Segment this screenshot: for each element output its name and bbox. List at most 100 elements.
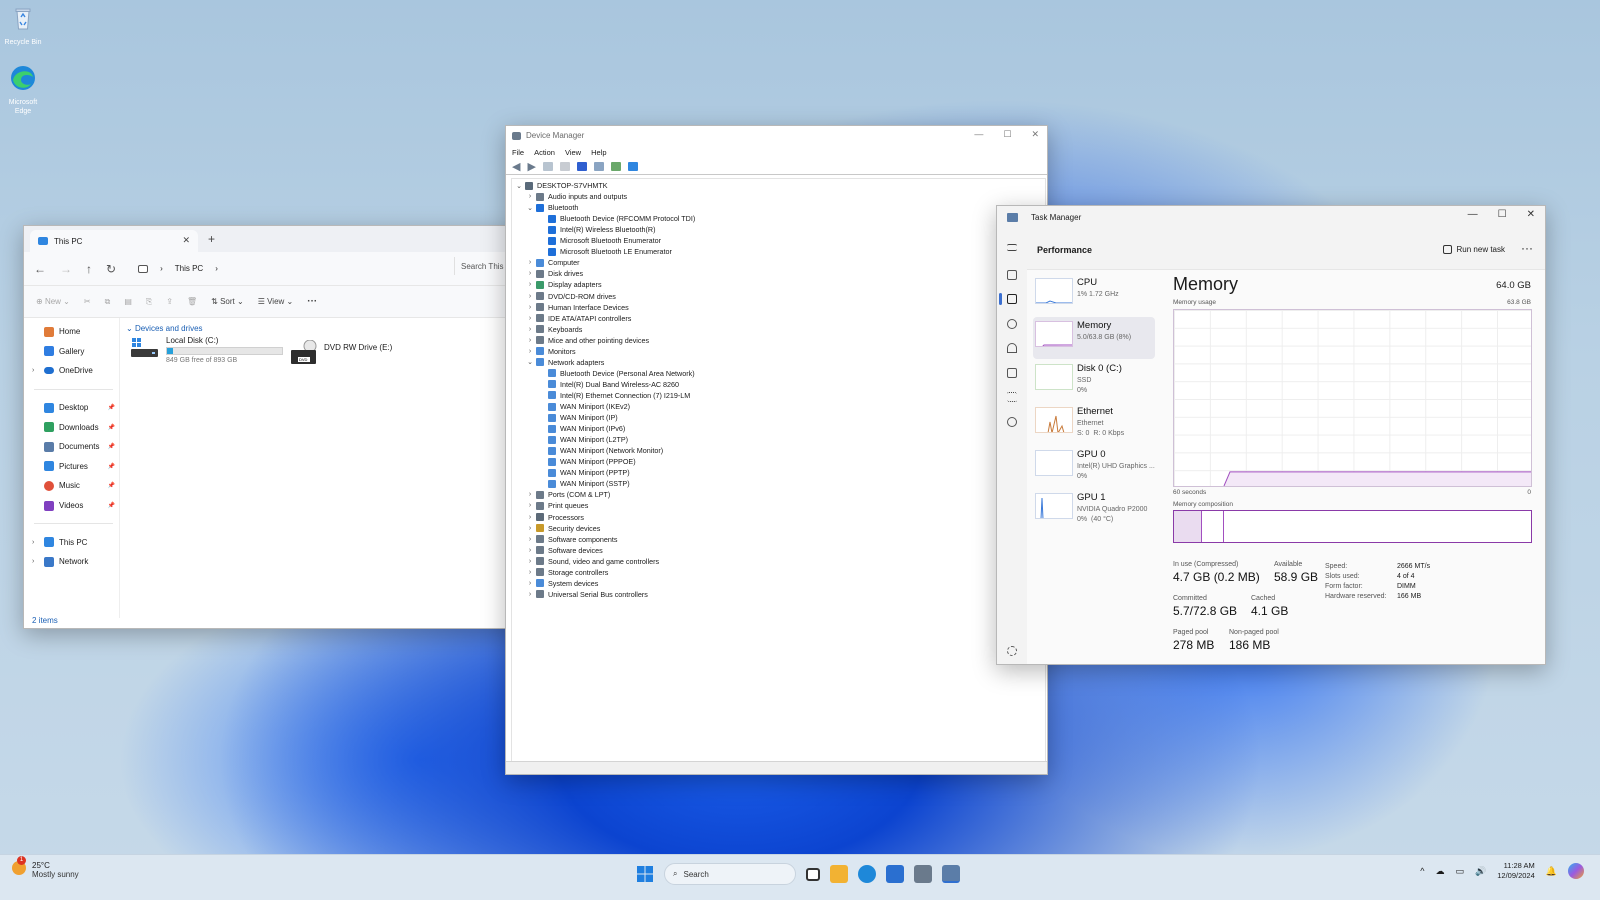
copy-icon[interactable]: ⧉ [105,297,111,307]
group-header[interactable]: ⌄ Devices and drives [126,324,520,333]
refresh-icon[interactable]: ↻ [106,262,116,276]
task-manager-icon[interactable] [942,865,960,883]
resource-cpu[interactable]: CPU 1% 1.72 GHz [1033,274,1155,316]
resource-gpu0[interactable]: GPU 0 Intel(R) UHD Graphics ... 0% [1033,446,1155,488]
menu-file[interactable]: File [512,148,524,157]
delete-icon[interactable]: 🗑 [187,297,197,306]
details-icon[interactable] [1007,392,1017,402]
chevron-right-icon[interactable]: › [526,326,534,333]
device-manager-icon[interactable] [914,865,932,883]
menu-view[interactable]: View [565,148,581,157]
notification-bell-icon[interactable]: 🔔 [1546,866,1557,877]
menu-help[interactable]: Help [591,148,606,157]
chevron-right-icon[interactable]: › [526,502,534,509]
edge-icon[interactable] [858,865,876,883]
tree-category[interactable]: › Audio inputs and outputs [526,191,627,202]
maximize-icon[interactable]: ☐ [1498,209,1507,220]
tree-root[interactable]: ⌄ DESKTOP-S7VHMTK [515,180,608,191]
help-icon[interactable] [576,162,587,171]
tree-category[interactable]: › DVD/CD-ROM drives [526,291,616,302]
nav-item-videos[interactable]: Videos 📌 [24,496,119,516]
more-options-icon[interactable]: ··· [1521,241,1533,255]
nav-item-network[interactable]: › Network [24,552,119,572]
chevron-right-icon[interactable]: › [526,558,534,565]
app-history-icon[interactable] [1007,319,1017,329]
onedrive-icon[interactable]: ☁ [1436,866,1445,877]
chevron-down-icon[interactable]: ⌄ [526,358,534,366]
processes-icon[interactable] [1007,270,1017,280]
network-icon[interactable]: ▭ [1456,866,1465,877]
chevron-down-icon[interactable]: ⌄ [515,182,523,190]
monitor-icon[interactable] [627,162,638,171]
tree-device[interactable]: Intel(R) Dual Band Wireless-AC 8260 [538,379,679,390]
tree-category[interactable]: › Mice and other pointing devices [526,335,649,346]
tree-device[interactable]: Bluetooth Device (RFCOMM Protocol TDI) [538,213,695,224]
chevron-right-icon[interactable]: › [526,580,534,587]
tree-device[interactable]: WAN Miniport (PPTP) [538,467,630,478]
more-options-button[interactable]: ··· [307,296,317,307]
sort-button[interactable]: ⇅ Sort ⌄ [211,297,244,306]
taskbar-search[interactable]: ⌕ Search [664,863,796,885]
store-icon[interactable] [886,865,904,883]
chevron-right-icon[interactable]: › [526,569,534,576]
resource-gpu1[interactable]: GPU 1 NVIDIA Quadro P2000 0% (40 °C) [1033,489,1155,531]
tree-device[interactable]: WAN Miniport (L2TP) [538,434,628,445]
tree-category[interactable]: › Software devices [526,545,603,556]
hamburger-menu-icon[interactable] [1007,244,1017,251]
clock[interactable]: 11:28 AM 12/09/2024 [1497,861,1535,881]
tree-device[interactable]: WAN Miniport (IP) [538,412,618,423]
share-icon[interactable]: ⇪ [166,297,173,306]
tree-category[interactable]: ⌄ Bluetooth [526,202,578,213]
pin-icon[interactable]: 📌 [108,463,115,470]
nav-item-home[interactable]: Home [24,322,119,342]
new-tab-button[interactable]: + [208,232,215,246]
nav-item-desktop[interactable]: Desktop 📌 [24,398,119,418]
menu-action[interactable]: Action [534,148,555,157]
chevron-up-icon[interactable]: ^ [1420,866,1424,876]
tree-device[interactable]: WAN Miniport (Network Monitor) [538,445,663,456]
pin-icon[interactable]: 📌 [108,404,115,411]
nav-item-onedrive[interactable]: › OneDrive [24,361,119,381]
pin-icon[interactable]: 📌 [108,482,115,489]
minimize-icon[interactable]: — [974,129,983,140]
task-view-icon[interactable] [806,867,820,881]
rename-icon[interactable]: ⎘ [146,297,152,307]
tree-category[interactable]: › Software components [526,534,618,545]
tree-category[interactable]: › Disk drives [526,268,583,279]
tree-device[interactable]: WAN Miniport (IKEv2) [538,401,630,412]
back-icon[interactable]: ← [34,262,46,276]
cut-icon[interactable]: ✂ [84,297,91,306]
scan-hardware-icon[interactable] [610,162,621,171]
tree-category[interactable]: › Ports (COM & LPT) [526,489,610,500]
maximize-icon[interactable]: ☐ [1003,129,1011,140]
copilot-icon[interactable] [1568,863,1584,879]
tree-device[interactable]: Bluetooth Device (Personal Area Network) [538,368,695,379]
run-new-task-button[interactable]: Run new task [1442,245,1505,254]
chevron-right-icon[interactable]: › [526,304,534,311]
tree-category[interactable]: › Storage controllers [526,567,609,578]
chevron-right-icon[interactable]: › [526,591,534,598]
resource-memory[interactable]: Memory 5.0/63.8 GB (8%) [1033,317,1155,359]
start-button-icon[interactable] [636,865,654,883]
tree-device[interactable]: WAN Miniport (PPPOE) [538,456,636,467]
back-icon[interactable]: ◀ [512,160,520,173]
pin-icon[interactable]: 📌 [108,424,115,431]
tree-category[interactable]: › Computer [526,257,580,268]
chevron-right-icon[interactable]: › [526,525,534,532]
drive-e[interactable]: DVD DVD RW Drive (E:) [290,340,392,366]
chevron-right-icon[interactable]: › [526,348,534,355]
tree-category[interactable]: ⌄ Network adapters [526,357,604,368]
paste-icon[interactable]: ▤ [124,297,132,306]
chevron-right-icon[interactable]: › [526,547,534,554]
nav-item-gallery[interactable]: Gallery [24,342,119,362]
chevron-down-icon[interactable]: ⌄ [526,204,534,212]
tree-device[interactable]: Microsoft Bluetooth Enumerator [538,235,661,246]
up-icon[interactable]: ↑ [86,262,92,276]
chevron-right-icon[interactable]: › [526,536,534,543]
tree-category[interactable]: › Keyboards [526,324,583,335]
drive-c[interactable]: Local Disk (C:) 849 GB free of 893 GB [130,336,283,364]
properties-icon[interactable] [559,162,570,171]
nav-item-music[interactable]: Music 📌 [24,476,119,496]
memory-composition-bar[interactable] [1173,510,1532,543]
chevron-right-icon[interactable]: › [526,293,534,300]
